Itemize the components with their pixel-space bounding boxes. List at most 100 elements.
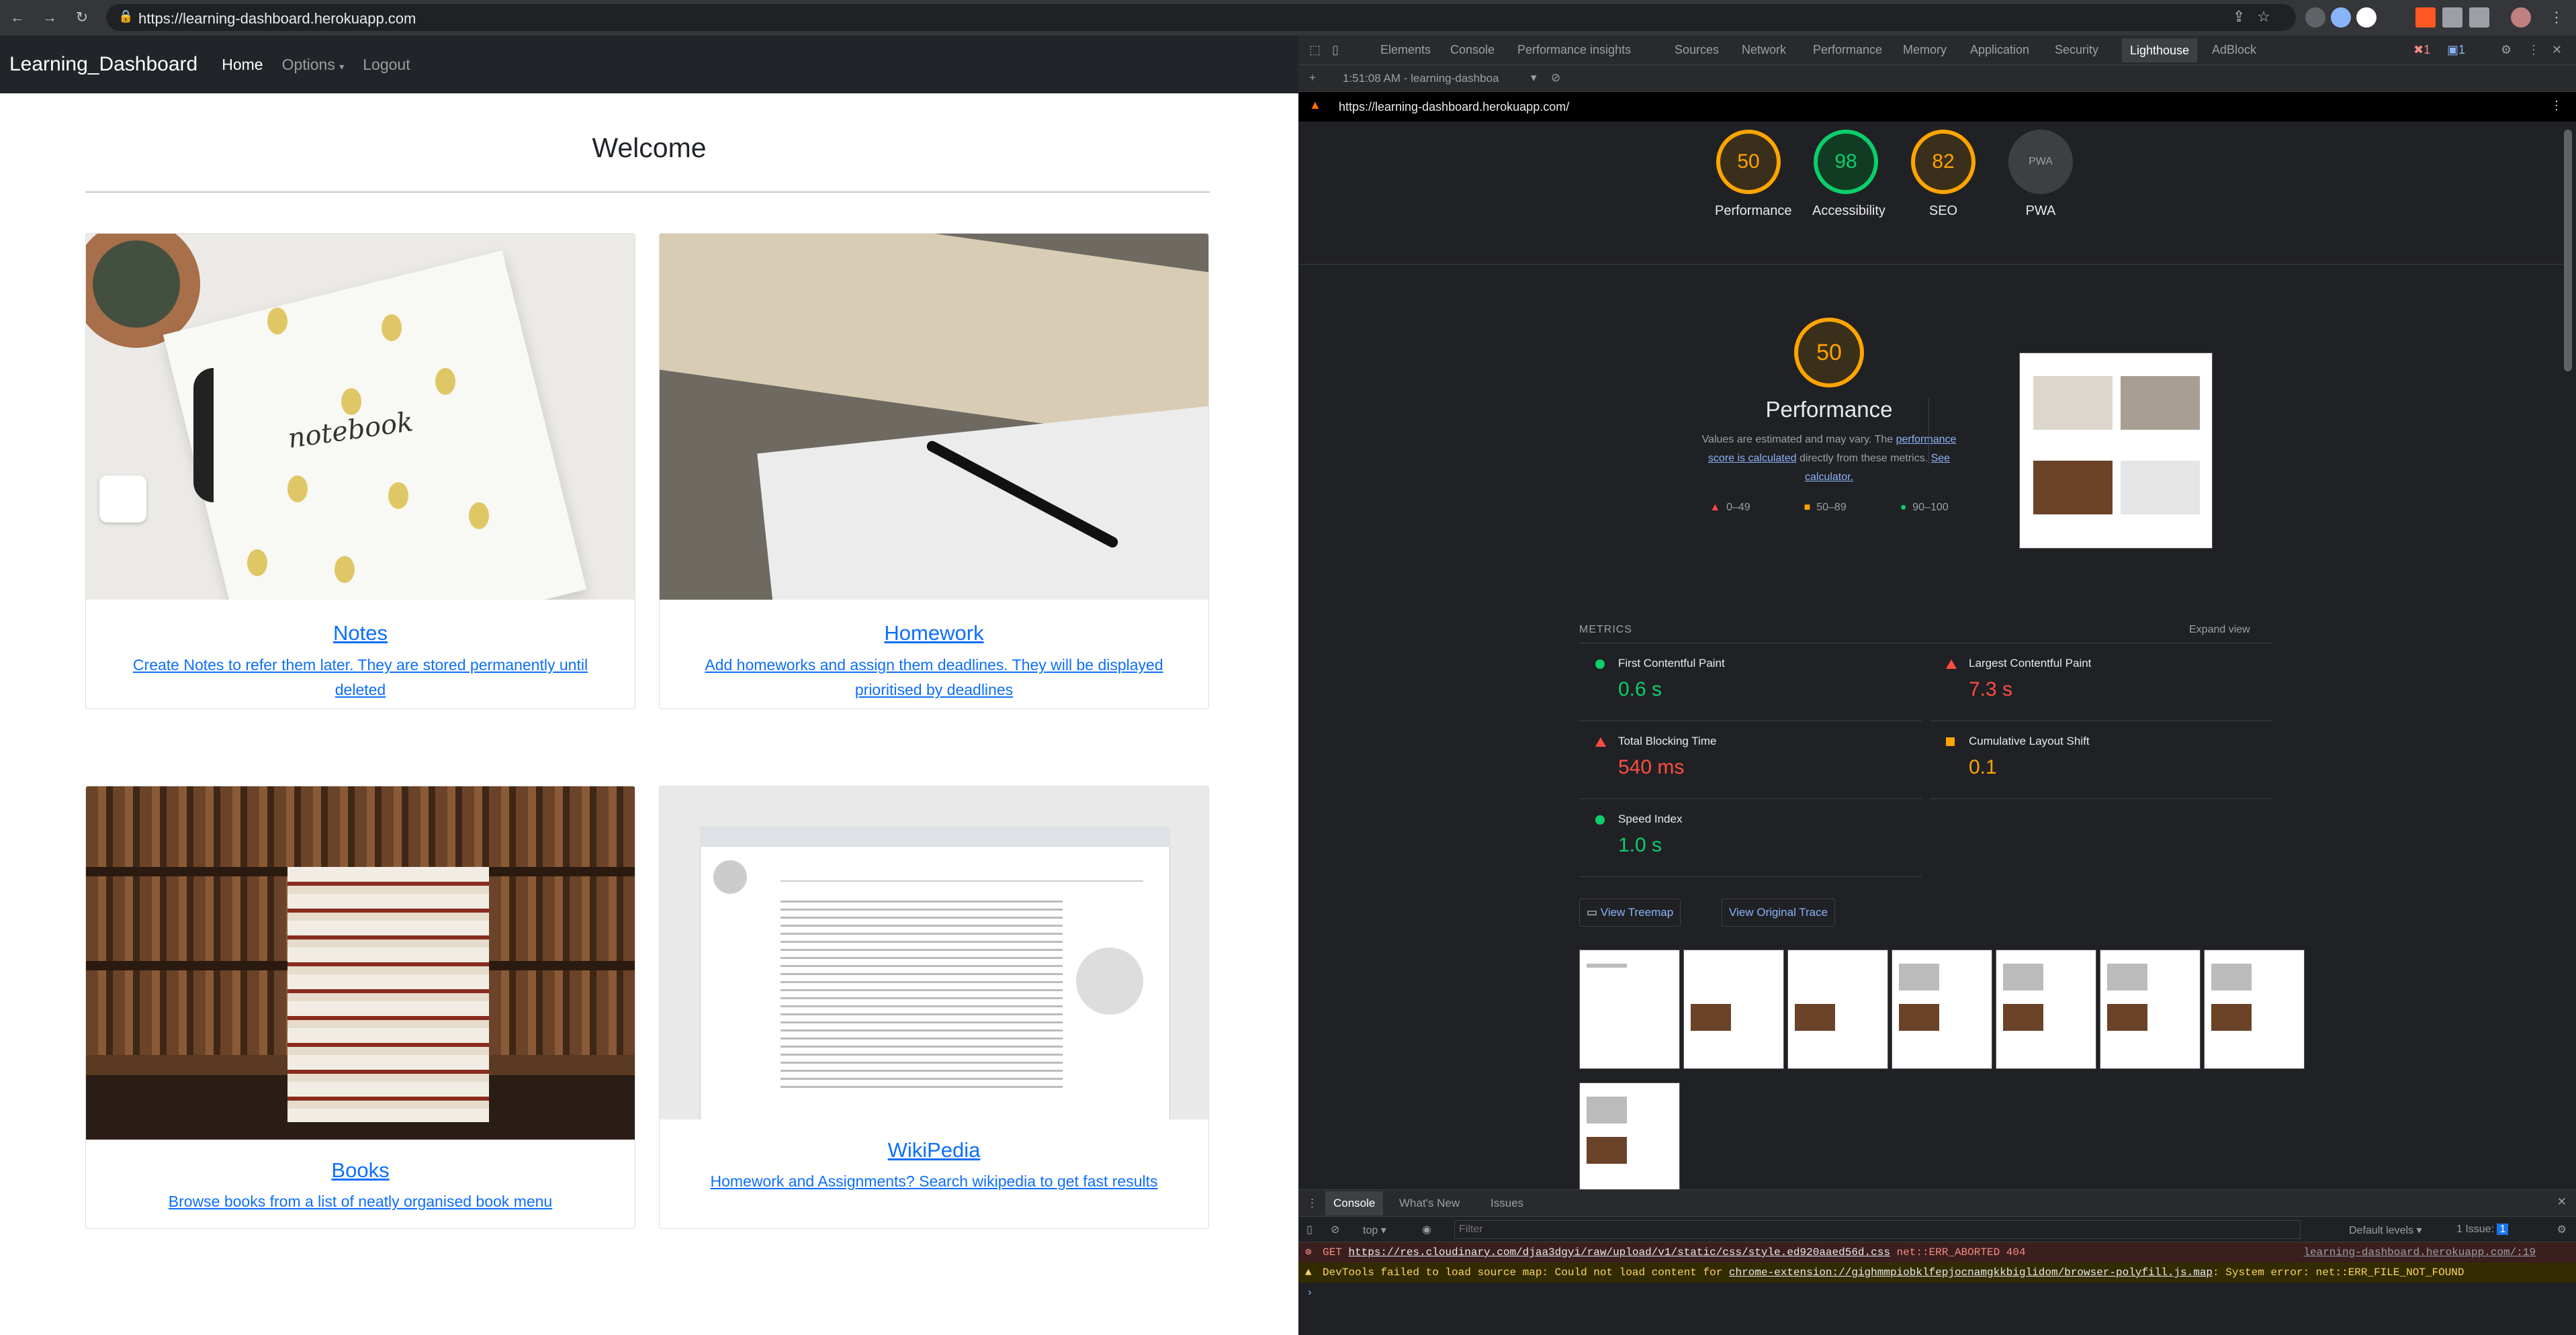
more-icon[interactable]: ⋮ xyxy=(2528,43,2540,57)
clear-icon[interactable]: ⊘ xyxy=(1551,71,1560,85)
tab-adblock[interactable]: AdBlock xyxy=(2212,43,2256,57)
card-text-wikipedia[interactable]: Homework and Assignments? Search wikiped… xyxy=(693,1169,1175,1194)
metric-name: Cumulative Layout Shift xyxy=(1969,735,2090,747)
console-prompt[interactable]: › xyxy=(1298,1283,2576,1303)
extension-icon[interactable] xyxy=(2305,7,2325,28)
log-levels-dropdown[interactable]: Default levels ▾ xyxy=(2349,1224,2422,1237)
back-icon[interactable]: ← xyxy=(7,7,28,28)
tab-console[interactable]: Console xyxy=(1450,43,1495,57)
close-icon[interactable]: ✕ xyxy=(2552,43,2562,57)
address-bar[interactable]: 🔒 https://learning-dashboard.herokuapp.c… xyxy=(106,4,2296,31)
final-screenshot[interactable] xyxy=(2019,353,2213,549)
console-filter-input[interactable] xyxy=(1454,1220,2301,1239)
card-title-notes[interactable]: Notes xyxy=(86,621,635,645)
browser-toolbar: ← → ↻ 🔒 https://learning-dashboard.herok… xyxy=(0,0,2576,36)
error-count-badge[interactable]: ✖1 xyxy=(2413,43,2430,57)
report-menu-icon[interactable]: ⋮ xyxy=(2550,99,2563,113)
divider xyxy=(1298,264,2563,265)
warning-url-link[interactable]: chrome-extension://gighmmpiobklfepjocnam… xyxy=(1729,1267,2213,1279)
report-dropdown-icon[interactable]: ▾ xyxy=(1531,71,1537,85)
error-url-link[interactable]: https://res.cloudinary.com/djaa3dgyi/raw… xyxy=(1348,1246,1890,1258)
console-settings-gear-icon[interactable]: ⚙ xyxy=(2557,1223,2567,1236)
card-text-notes[interactable]: Create Notes to refer them later. They a… xyxy=(120,653,601,702)
reload-icon[interactable]: ↻ xyxy=(71,7,93,28)
tab-memory[interactable]: Memory xyxy=(1903,43,1947,57)
brand[interactable]: Learning_Dashboard xyxy=(9,53,197,76)
metric-value: 1.0 s xyxy=(1618,834,1662,856)
card-title-wikipedia[interactable]: WikiPedia xyxy=(660,1138,1208,1162)
nav-options[interactable]: Options ▾ xyxy=(282,56,345,74)
sidepanel-icon[interactable] xyxy=(2469,7,2489,28)
inspect-icon[interactable]: ⬚ xyxy=(1309,43,1321,57)
metric-value: 0.1 xyxy=(1969,756,1997,778)
lighthouse-icon: ▲ xyxy=(1309,98,1321,111)
clear-console-icon[interactable]: ⊘ xyxy=(1331,1223,1339,1236)
tab-security[interactable]: Security xyxy=(2055,43,2098,57)
drawer-menu-icon[interactable]: ⋮ xyxy=(1306,1197,1318,1210)
report-selector[interactable]: 1:51:08 AM - learning-dashboa xyxy=(1343,72,1499,85)
drawer-tab-whats-new[interactable]: What's New xyxy=(1399,1197,1460,1210)
performance-description: Values are estimated and may vary. The p… xyxy=(1701,434,1957,483)
view-trace-button[interactable]: View Original Trace xyxy=(1722,899,1836,927)
card-notes: notebook Notes Create Notes to refer the… xyxy=(85,233,635,709)
drawer-tab-console[interactable]: Console xyxy=(1325,1191,1384,1215)
tab-performance-insights[interactable]: Performance insights xyxy=(1517,43,1631,57)
scrollbar[interactable] xyxy=(2564,130,2572,371)
card-text-books[interactable]: Browse books from a list of neatly organ… xyxy=(120,1189,601,1214)
card-title-homework[interactable]: Homework xyxy=(660,621,1208,645)
sidebar-toggle-icon[interactable]: ▯ xyxy=(1306,1223,1313,1236)
bookmark-star-icon[interactable]: ⇪☆ xyxy=(2233,8,2282,26)
tab-elements[interactable]: Elements xyxy=(1380,43,1431,57)
gauge-performance[interactable]: 50 Performance xyxy=(1715,130,1792,219)
metric-fcp: First Contentful Paint 0.6 s xyxy=(1579,643,1922,721)
filmstrip-frame xyxy=(1683,950,1784,1069)
tab-performance[interactable]: Performance xyxy=(1813,43,1882,57)
live-expression-eye-icon[interactable]: ◉ xyxy=(1422,1223,1431,1236)
context-selector[interactable]: top ▾ xyxy=(1363,1224,1386,1237)
gauge-label: Performance xyxy=(1715,203,1792,218)
forward-icon[interactable]: → xyxy=(39,7,60,28)
avatar[interactable] xyxy=(2511,7,2531,28)
menu-icon[interactable]: ⋮ xyxy=(2546,7,2567,28)
lighthouse-toolbar: + 1:51:08 AM - learning-dashboa ▾ ⊘ xyxy=(1298,65,2576,92)
close-drawer-icon[interactable]: ✕ xyxy=(2557,1195,2567,1209)
report-url[interactable]: https://learning-dashboard.herokuapp.com… xyxy=(1339,100,1569,114)
books-image xyxy=(86,786,635,1140)
metric-tbt: Total Blocking Time 540 ms xyxy=(1579,721,1922,799)
drawer-tab-issues[interactable]: Issues xyxy=(1491,1197,1523,1210)
gauge-seo[interactable]: 82 SEO xyxy=(1910,130,1977,219)
card-text-homework[interactable]: Add homeworks and assign them deadlines.… xyxy=(693,653,1175,702)
extension-icon[interactable] xyxy=(2415,7,2436,28)
report-url-bar: ▲ https://learning-dashboard.herokuapp.c… xyxy=(1298,92,2576,122)
prompt-chevron-icon: › xyxy=(1306,1287,1313,1299)
gauge-accessibility[interactable]: 98 Accessibility xyxy=(1812,130,1885,219)
view-treemap-button[interactable]: ▭ View Treemap xyxy=(1579,899,1681,927)
settings-gear-icon[interactable]: ⚙ xyxy=(2501,43,2512,57)
error-source-link[interactable]: learning-dashboard.herokuapp.com/:19 xyxy=(2303,1242,2536,1262)
nav-home[interactable]: Home xyxy=(222,56,263,74)
caret-down-icon: ▾ xyxy=(339,60,345,72)
puzzle-icon[interactable] xyxy=(2442,7,2462,28)
tab-lighthouse[interactable]: Lighthouse xyxy=(2122,38,2198,62)
gauge-pwa[interactable]: PWA PWA xyxy=(2007,130,2074,219)
plus-icon[interactable]: + xyxy=(1309,71,1316,85)
issues-counter[interactable]: 1 Issue: 1 xyxy=(2456,1224,2509,1236)
extension-icon[interactable] xyxy=(2356,7,2377,28)
pwa-badge-icon: PWA xyxy=(2008,130,2073,194)
extension-icon[interactable] xyxy=(2331,7,2351,28)
tab-network[interactable]: Network xyxy=(1742,43,1786,57)
metric-name: First Contentful Paint xyxy=(1618,657,1725,670)
issue-count-badge[interactable]: ▣1 xyxy=(2447,43,2465,57)
gauge-label: Accessibility xyxy=(1812,203,1885,218)
metric-cls: Cumulative Layout Shift 0.1 xyxy=(1930,721,2272,799)
tab-sources[interactable]: Sources xyxy=(1675,43,1719,57)
card-title-books[interactable]: Books xyxy=(86,1158,635,1183)
average-indicator xyxy=(1946,737,1955,746)
expand-view-toggle[interactable]: Expand view xyxy=(2189,624,2250,636)
nav-logout[interactable]: Logout xyxy=(363,56,410,74)
device-toggle-icon[interactable]: ▯ xyxy=(1332,43,1339,57)
metrics-header: METRICS xyxy=(1579,624,1632,635)
drawer-tabbar: ⋮ Console What's New Issues ✕ xyxy=(1298,1190,2576,1217)
tab-application[interactable]: Application xyxy=(1970,43,2029,57)
console-warning-row: ▲ DevTools failed to load source map: Co… xyxy=(1298,1262,2576,1283)
